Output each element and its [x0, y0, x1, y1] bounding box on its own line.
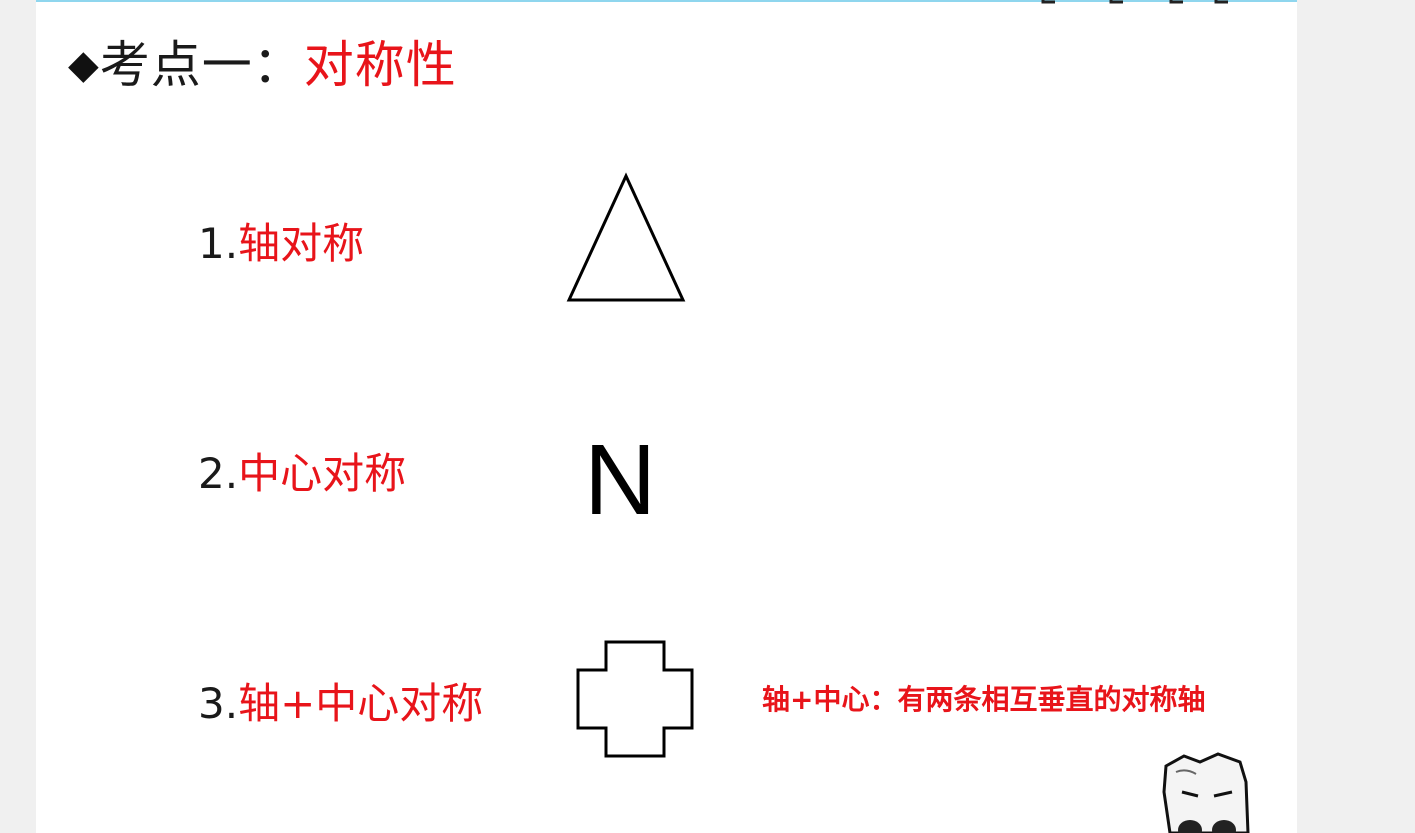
letter-n-shape: N: [584, 424, 657, 536]
diamond-bullet-icon: ◆: [68, 42, 100, 88]
mascot-character-icon: [1162, 752, 1250, 833]
item-central-symmetry: 2.中心对称: [198, 446, 406, 502]
title-label: 考点一：: [99, 36, 304, 94]
slide-title: ◆考点一：对称性: [68, 30, 457, 100]
item-number: 3.: [198, 679, 239, 728]
item-text: 轴对称: [238, 219, 365, 268]
item-text: 中心对称: [238, 449, 407, 498]
item-axial-symmetry: 1.轴对称: [198, 216, 364, 272]
title-topic: 对称性: [303, 36, 457, 94]
cross-icon: [576, 640, 694, 758]
item-text: 轴+中心对称: [238, 679, 484, 728]
note-text: 轴+中心：有两条相互垂直的对称轴: [762, 683, 1206, 716]
triangle-icon: [566, 172, 686, 302]
slide: ◆考点一：对称性 1.轴对称 2.中心对称 N 3.轴+中心对称 轴+中心：有两…: [36, 0, 1297, 833]
item-number: 1.: [198, 219, 239, 268]
item-number: 2.: [198, 449, 239, 498]
decorative-marks: [1041, 0, 1228, 4]
item-axial-and-central-symmetry: 3.轴+中心对称: [198, 676, 483, 732]
